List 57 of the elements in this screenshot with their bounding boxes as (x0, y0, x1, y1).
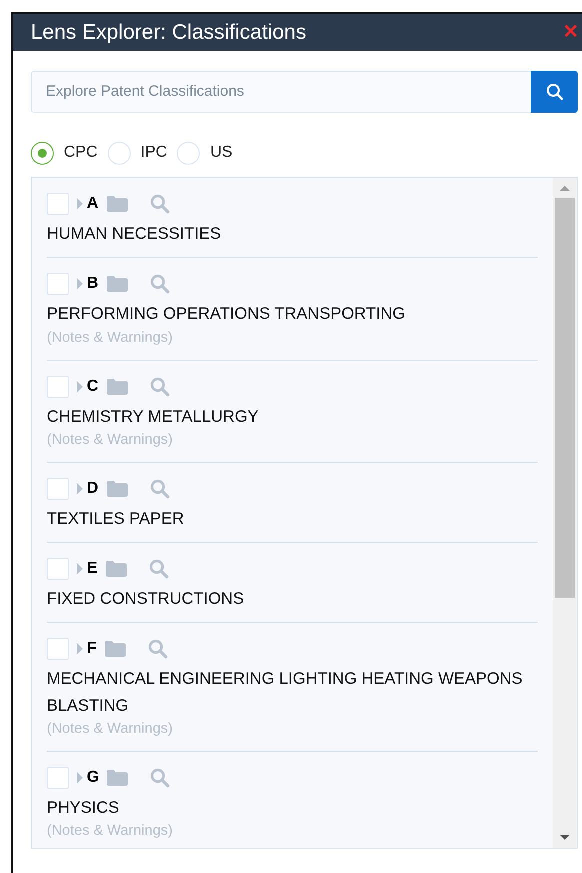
expand-caret-icon[interactable] (77, 643, 83, 656)
radio-label[interactable]: US (210, 141, 233, 165)
checkbox[interactable] (47, 376, 69, 398)
class-title: FIXED CONSTRUCTIONS (47, 589, 246, 610)
search-icon[interactable] (150, 274, 170, 294)
class-code: A (87, 194, 99, 214)
scrollbar[interactable] (553, 178, 577, 848)
scrollbar-thumb[interactable] (555, 198, 575, 598)
class-title: TEXTILES PAPER (47, 508, 186, 530)
class-title: CHEMISTRY METALLURGY (47, 406, 260, 428)
folder-icon[interactable] (106, 276, 128, 292)
class-code: F (87, 639, 97, 660)
class-code: E (87, 559, 98, 580)
expand-caret-icon[interactable] (77, 482, 83, 495)
checkbox[interactable] (47, 273, 69, 296)
class-title: PHYSICS (47, 798, 120, 819)
folder-icon[interactable] (107, 770, 128, 786)
expand-caret-icon[interactable] (77, 380, 83, 393)
expand-caret-icon[interactable] (77, 563, 83, 576)
class-title: PERFORMING OPERATIONS TRANSPORTING (47, 304, 406, 326)
folder-icon[interactable] (106, 480, 128, 497)
notes-link[interactable]: (Notes & Warnings) (47, 430, 538, 452)
search-icon[interactable] (148, 639, 168, 660)
checkbox[interactable] (47, 193, 69, 215)
folder-icon[interactable] (106, 561, 127, 578)
radio-label[interactable]: CPC (64, 141, 98, 165)
checkbox[interactable] (47, 766, 69, 789)
search-icon (546, 83, 564, 101)
search-icon[interactable] (150, 194, 170, 214)
class-code: C (87, 376, 99, 397)
search-field[interactable]: Explore Patent Classifications (31, 71, 531, 113)
class-code: B (87, 274, 99, 294)
class-code: D (87, 478, 99, 499)
notes-link[interactable]: (Notes & Warnings) (47, 719, 538, 741)
folder-icon[interactable] (106, 196, 128, 212)
search-icon[interactable] (150, 478, 170, 499)
class-code: G (87, 768, 100, 788)
window-title: Lens Explorer: Classifications (31, 20, 306, 46)
search-icon[interactable] (148, 559, 169, 580)
expand-caret-icon[interactable] (77, 278, 83, 290)
class-title: HUMAN NECESSITIES (47, 224, 222, 245)
search-icon[interactable] (150, 768, 170, 788)
search-button[interactable] (531, 71, 578, 113)
checkbox[interactable] (47, 478, 69, 500)
radio-button[interactable] (31, 142, 54, 164)
notes-link[interactable]: (Notes & Warnings) (47, 328, 538, 350)
checkbox[interactable] (47, 558, 69, 580)
class-title: MECHANICAL ENGINEERING LIGHTING HEATING WEAPONS BLASTING (47, 669, 524, 717)
search-icon[interactable] (150, 376, 170, 397)
expand-caret-icon[interactable] (77, 198, 83, 210)
radio-label[interactable]: IPC (140, 141, 168, 165)
folder-icon[interactable] (104, 641, 126, 658)
expand-caret-icon[interactable] (77, 772, 83, 784)
folder-icon[interactable] (106, 378, 128, 395)
checkbox[interactable] (47, 638, 69, 660)
notes-link[interactable]: (Notes & Warnings) (47, 821, 538, 844)
close-button[interactable]: ✕ (560, 23, 582, 42)
